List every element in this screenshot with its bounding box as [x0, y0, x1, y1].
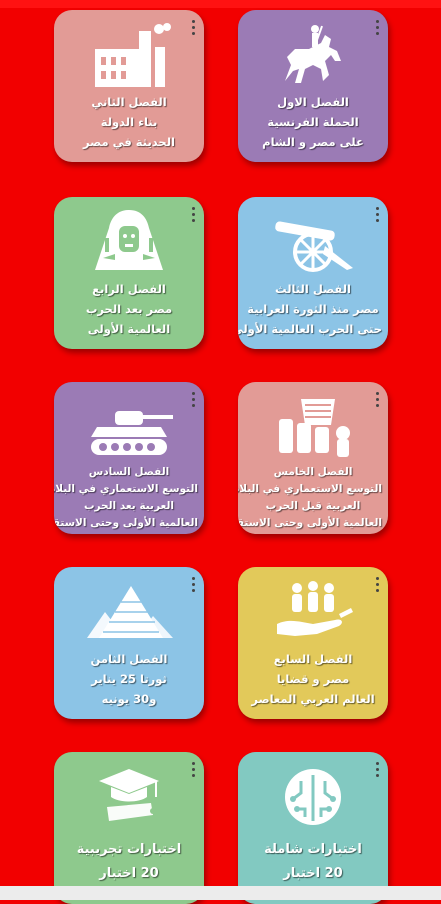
chapter-4-card[interactable]: الفصل الرابع مصر بعد الحرب العالمية الأولى [54, 197, 204, 349]
cannon-icon [238, 207, 388, 279]
pyramids-icon [54, 577, 204, 649]
chapter-5-card[interactable]: الفصل الخامس التوسع الاستعماري في البلاد ا… [238, 382, 388, 534]
tank-icon [54, 392, 204, 464]
horseman-icon [238, 20, 388, 92]
chapter-6-title: الفصل السادس التوسع الاستعماري في البلاد ا… [54, 466, 198, 529]
chapter-2-title: الفصل الثاني بناء الدولة الحديثة في مصر [83, 95, 175, 149]
pharaoh-icon [54, 207, 204, 279]
bottom-nav-bar [0, 886, 441, 900]
chapter-3-title: الفصل الثالث مصر منذ الثورة العرابية حتى ا… [238, 282, 382, 336]
chapter-7-title: الفصل السابع مصر و قضايا العالم العربي الم… [251, 652, 375, 706]
trial-exams-card[interactable]: اختبارات تجريبية 20 اختبار [54, 752, 204, 904]
chapter-2-card[interactable]: الفصل الثاني بناء الدولة الحديثة في مصر [54, 10, 204, 162]
brain-circuit-icon [238, 762, 388, 834]
chapter-7-card[interactable]: الفصل السابع مصر و قضايا العالم العربي الم… [238, 567, 388, 719]
chapter-4-title: الفصل الرابع مصر بعد الحرب العالمية الأولى [85, 282, 173, 336]
chapter-8-card[interactable]: الفصل الثامن ثورتا 25 يناير و30 يونيه [54, 567, 204, 719]
chapter-3-card[interactable]: الفصل الثالث مصر منذ الثورة العرابية حتى ا… [238, 197, 388, 349]
graduation-cap-icon [54, 762, 204, 834]
people-hand-icon [238, 577, 388, 649]
factory-icon [54, 20, 204, 92]
trial-exams-title: اختبارات تجريبية 20 اختبار [76, 842, 182, 881]
comprehensive-exams-card[interactable]: اختبارات شاملة 20 اختبار [238, 752, 388, 904]
comprehensive-exams-title: اختبارات شاملة 20 اختبار [264, 842, 362, 881]
chapter-6-card[interactable]: الفصل السادس التوسع الاستعماري في البلاد ا… [54, 382, 204, 534]
top-bar [0, 0, 441, 8]
chapter-8-title: الفصل الثامن ثورتا 25 يناير و30 يونيه [90, 652, 168, 706]
chapter-5-title: الفصل الخامس التوسع الاستعماري في البلاد ا… [238, 466, 382, 529]
colonial-icon [238, 392, 388, 464]
chapter-1-title: الفصل الاول الحملة الفرنسية على مصر و الشا… [262, 95, 364, 149]
chapter-1-card[interactable]: الفصل الاول الحملة الفرنسية على مصر و الشا… [238, 10, 388, 162]
